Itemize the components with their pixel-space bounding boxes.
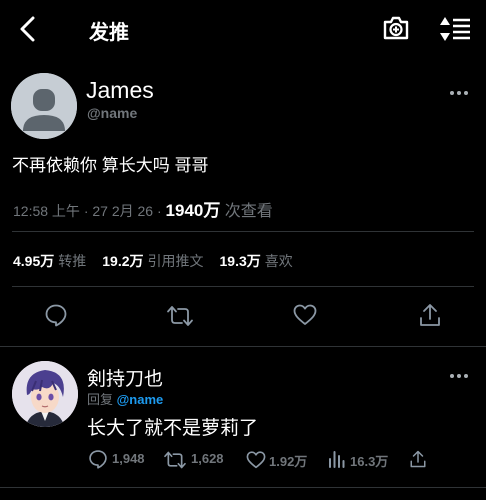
- reply-icon[interactable]: [88, 449, 108, 469]
- reply-text: 长大了就不是萝莉了: [87, 418, 259, 439]
- share-icon[interactable]: [418, 302, 442, 328]
- divider: [12, 286, 474, 287]
- divider: [0, 487, 486, 488]
- retweet-stat[interactable]: 4.95万 转推: [13, 253, 102, 269]
- page-title: 发推: [89, 22, 129, 44]
- default-profile-icon: [11, 73, 77, 139]
- author-handle[interactable]: @name: [87, 105, 137, 121]
- retweet-count: 1,628: [191, 451, 224, 466]
- reply-icon[interactable]: [44, 303, 68, 327]
- tweet-timestamp[interactable]: 12:58 上午 · 27 2月 26 ·: [13, 203, 166, 219]
- divider: [0, 346, 486, 347]
- more-options-icon[interactable]: [449, 88, 469, 98]
- share-icon[interactable]: [409, 449, 427, 469]
- view-count: 1940万: [165, 201, 221, 220]
- avatar[interactable]: [12, 361, 78, 427]
- avatar[interactable]: [11, 73, 77, 139]
- sort-order-icon[interactable]: [439, 15, 471, 43]
- divider: [12, 231, 474, 232]
- quote-stat[interactable]: 19.2万 引用推文: [102, 253, 219, 269]
- retweet-icon[interactable]: [163, 450, 187, 470]
- like-icon[interactable]: [293, 304, 317, 326]
- camera-plus-icon[interactable]: [382, 14, 410, 42]
- reply-author-name[interactable]: 剣持刀也: [87, 364, 163, 391]
- back-chevron-icon[interactable]: [18, 16, 38, 42]
- author-name[interactable]: James: [86, 77, 154, 104]
- more-options-icon[interactable]: [449, 371, 469, 381]
- like-count: 1.92万: [269, 454, 308, 469]
- anime-avatar-icon: [12, 361, 78, 427]
- like-icon[interactable]: [246, 451, 266, 469]
- analytics-icon[interactable]: [328, 450, 346, 468]
- retweet-icon[interactable]: [166, 304, 194, 328]
- tweet-text: 不再依赖你 算长大吗 哥哥: [12, 156, 209, 175]
- like-stat[interactable]: 19.3万 喜欢: [220, 253, 309, 269]
- tweet-meta: 12:58 上午 · 27 2月 26 · 1940万 次查看: [13, 196, 273, 221]
- replying-to: 回复 @name: [87, 392, 164, 407]
- engagement-stats: 4.95万 转推 19.2万 引用推文 19.3万 喜欢: [13, 251, 309, 271]
- view-count: 16.3万: [350, 454, 389, 469]
- mention-link[interactable]: @name: [117, 392, 164, 407]
- reply-count: 1,948: [112, 451, 145, 466]
- view-label: 次查看: [220, 203, 273, 220]
